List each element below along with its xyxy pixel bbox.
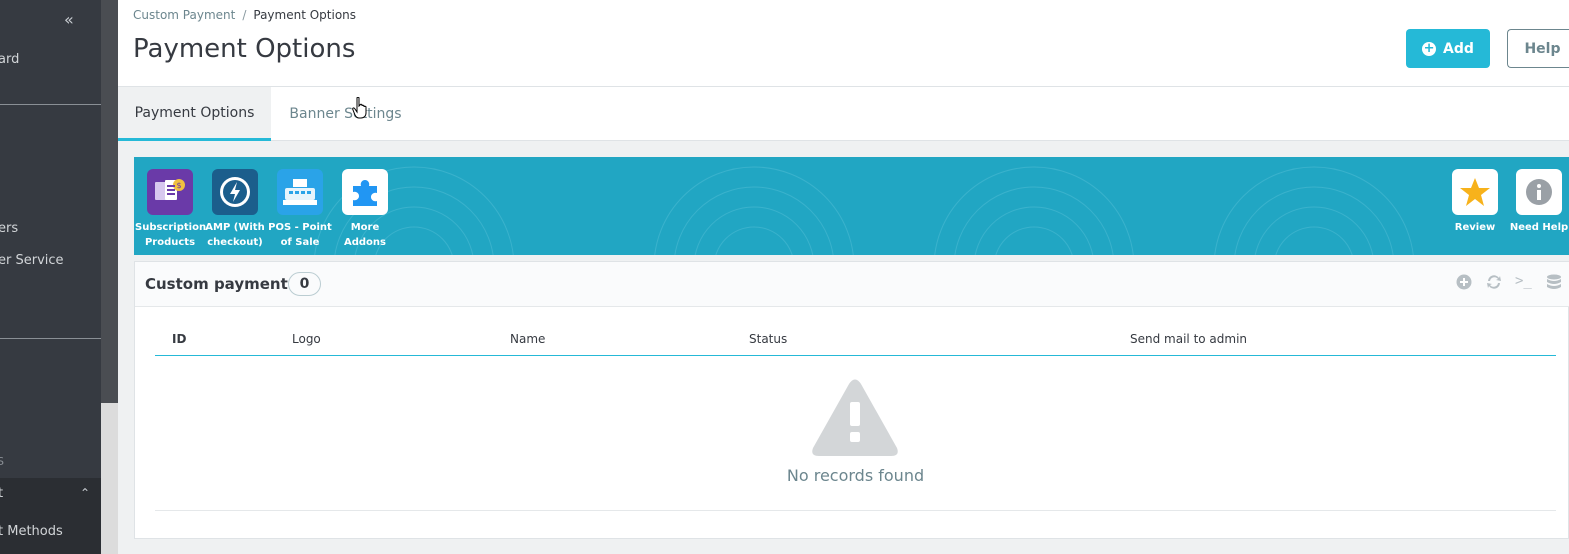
star-icon bbox=[1452, 169, 1498, 215]
review-label: Review bbox=[1454, 222, 1496, 233]
custom-payment-panel: Custom payment 0 >_ ID Logo Name Status … bbox=[134, 261, 1569, 539]
panel-title: Custom payment bbox=[145, 275, 288, 293]
scrollbar-thumb[interactable] bbox=[101, 0, 118, 403]
sidebar-item-payment[interactable]: t bbox=[0, 486, 3, 501]
info-icon bbox=[1516, 169, 1562, 215]
addon-label: More Addons bbox=[344, 222, 386, 248]
sidebar: ‹‹ ard ers er Service S t ⌃ t Methods bbox=[0, 0, 101, 554]
double-chevron-left-icon[interactable]: ‹‹ bbox=[64, 10, 74, 29]
addon-more-addons[interactable]: More Addons bbox=[330, 169, 400, 250]
addon-amp[interactable]: AMP (With checkout) bbox=[200, 169, 270, 250]
column-header-status[interactable]: Status bbox=[749, 332, 787, 346]
amp-lightning-icon bbox=[212, 169, 258, 215]
column-header-send-mail[interactable]: Send mail to admin bbox=[1130, 332, 1247, 346]
chevron-up-icon[interactable]: ⌃ bbox=[80, 486, 90, 500]
sidebar-item-customers[interactable]: ers bbox=[0, 221, 18, 236]
addon-pos[interactable]: POS - Point of Sale bbox=[265, 169, 335, 250]
sidebar-item-dashboard[interactable]: ard bbox=[0, 52, 19, 67]
help-button[interactable]: Help bbox=[1507, 29, 1569, 68]
cash-register-icon bbox=[277, 169, 323, 215]
addon-label: POS - Point of Sale bbox=[268, 222, 332, 248]
page-title: Payment Options bbox=[133, 34, 356, 64]
sidebar-item-payment-methods[interactable]: t Methods bbox=[0, 524, 63, 539]
sidebar-scrollbar[interactable] bbox=[101, 0, 118, 554]
page-header: Custom Payment / Payment Options Payment O… bbox=[118, 0, 1569, 87]
hand-cursor-icon bbox=[352, 97, 367, 119]
sidebar-divider bbox=[0, 338, 101, 339]
breadcrumb: Custom Payment / Payment Options bbox=[133, 8, 356, 22]
sql-query-icon[interactable]: >_ bbox=[1515, 273, 1532, 289]
puzzle-icon bbox=[342, 169, 388, 215]
tab-bar: Payment Options Banner Settings bbox=[118, 87, 1569, 141]
tab-banner-settings[interactable]: Banner Settings bbox=[278, 87, 413, 141]
addon-label: AMP (With checkout) bbox=[205, 222, 265, 248]
breadcrumb-current: Payment Options bbox=[253, 8, 357, 22]
column-header-id[interactable]: ID bbox=[172, 332, 186, 346]
breadcrumb-separator: / bbox=[242, 8, 247, 22]
addons-banner: $ Subscription Products AMP (With checko… bbox=[134, 157, 1569, 255]
subscription-icon: $ bbox=[147, 169, 193, 215]
table-divider bbox=[155, 510, 1556, 511]
panel-header: Custom payment 0 >_ bbox=[135, 262, 1569, 307]
review-button[interactable]: Review bbox=[1440, 169, 1510, 235]
add-button[interactable]: + Add bbox=[1406, 29, 1490, 68]
need-help-button[interactable]: Need Help bbox=[1504, 169, 1569, 235]
addon-subscription-products[interactable]: $ Subscription Products bbox=[135, 169, 207, 250]
refresh-icon[interactable] bbox=[1485, 274, 1503, 294]
table-header: ID Logo Name Status Send mail to admin bbox=[155, 328, 1556, 356]
sidebar-divider bbox=[0, 104, 101, 105]
sidebar-item-partial[interactable]: S bbox=[0, 455, 4, 468]
breadcrumb-parent-link[interactable]: Custom Payment bbox=[133, 8, 235, 22]
column-header-name[interactable]: Name bbox=[510, 332, 545, 346]
tab-payment-options[interactable]: Payment Options bbox=[118, 87, 271, 141]
record-count-badge: 0 bbox=[288, 272, 321, 296]
add-button-label: Add bbox=[1443, 40, 1474, 57]
svg-text:$: $ bbox=[176, 181, 181, 190]
database-icon[interactable] bbox=[1546, 274, 1562, 296]
need-help-label: Need Help bbox=[1509, 222, 1569, 233]
column-header-logo[interactable]: Logo bbox=[292, 332, 321, 346]
add-new-icon[interactable] bbox=[1456, 274, 1472, 294]
sidebar-item-customer-service[interactable]: er Service bbox=[0, 253, 64, 268]
empty-state-message: No records found bbox=[786, 466, 925, 485]
addon-label: Subscription Products bbox=[135, 222, 207, 248]
plus-circle-icon: + bbox=[1422, 40, 1437, 56]
warning-icon bbox=[812, 379, 898, 456]
